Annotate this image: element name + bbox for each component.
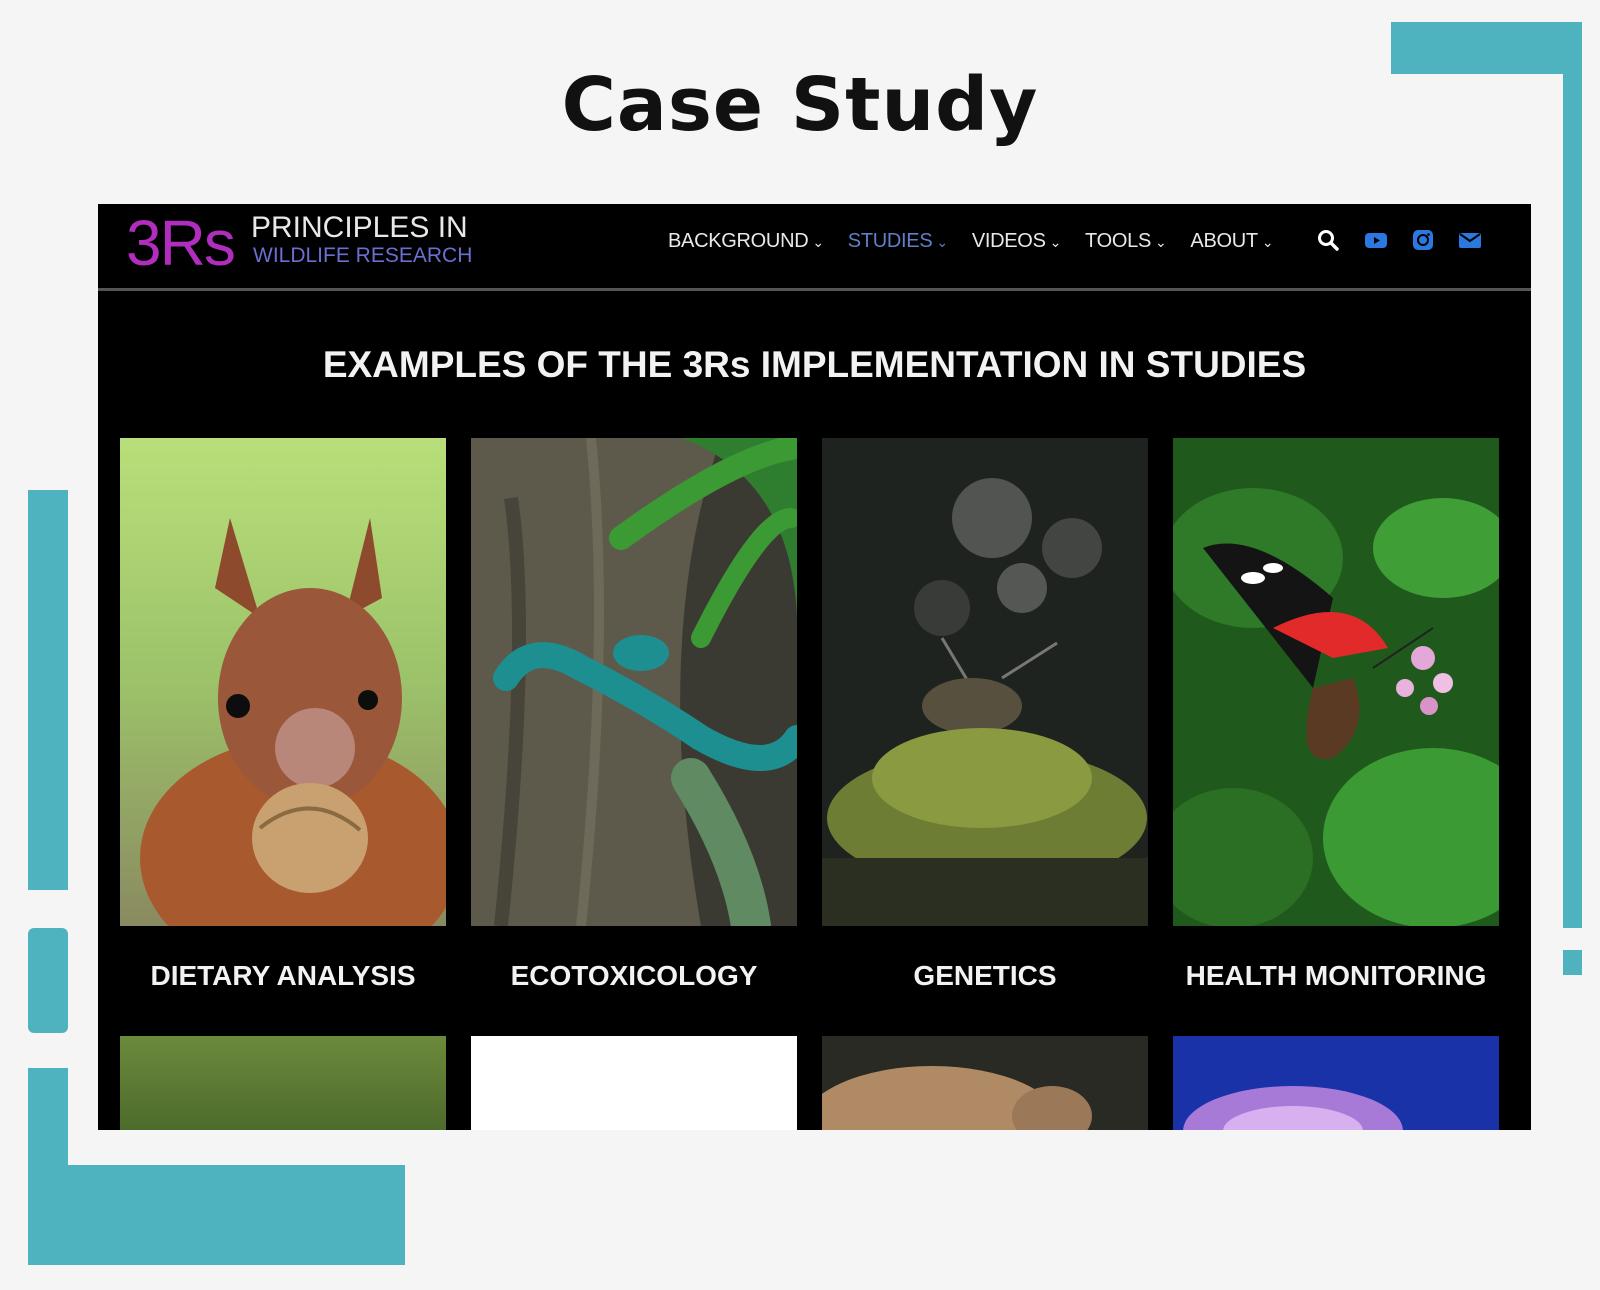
nav-background[interactable]: BACKGROUND ⌄: [668, 230, 824, 253]
study-card-thumbnail[interactable]: [471, 1036, 797, 1130]
section-heading: EXAMPLES OF THE 3Rs IMPLEMENTATION IN ST…: [322, 344, 1307, 385]
card-label: ECOTOXICOLOGY: [510, 960, 758, 991]
search-icon[interactable]: [1316, 228, 1340, 257]
main-menu: BACKGROUND ⌄ STUDIES ⌄ VIDEOS ⌄ TOOLS ⌄ ABOU…: [668, 230, 1297, 253]
website-screenshot: 3Rs PRINCIPLES IN WILDLIFE RESEARCH BACK…: [98, 204, 1531, 1130]
study-card-dietary-analysis[interactable]: DIETARY ANALYSIS: [120, 438, 446, 991]
study-card-genetics[interactable]: GENETICS: [822, 438, 1148, 991]
chevron-down-icon: ⌄: [1049, 234, 1062, 250]
snake-image: [471, 438, 797, 926]
page-title: Case Study: [561, 62, 1039, 148]
nav-about[interactable]: ABOUT ⌄: [1190, 230, 1273, 253]
nav-background-label: BACKGROUND: [668, 230, 809, 252]
header-icons: [1316, 228, 1506, 257]
butterfly-image: [1173, 438, 1499, 926]
instagram-icon[interactable]: [1412, 229, 1434, 256]
nav-tools-label: TOOLS: [1085, 230, 1151, 252]
logo-mark: 3Rs: [126, 207, 236, 279]
nav-tools[interactable]: TOOLS ⌄: [1085, 230, 1167, 253]
decor-right-vertical-bar: [1563, 22, 1582, 928]
decor-left-upper-bar: [28, 490, 68, 890]
chevron-down-icon: ⌄: [936, 234, 948, 250]
decor-right-small-block: [1563, 950, 1582, 975]
study-card-thumbnail[interactable]: [1173, 1036, 1499, 1130]
snail-image: [822, 438, 1148, 926]
chevron-down-icon: ⌄: [1154, 234, 1167, 250]
study-card-thumbnail[interactable]: [120, 1036, 446, 1130]
youtube-icon[interactable]: [1364, 230, 1388, 255]
nav-studies[interactable]: STUDIES ⌄: [848, 230, 948, 253]
site-header: 3Rs PRINCIPLES IN WILDLIFE RESEARCH BACK…: [98, 204, 1531, 291]
card-label: HEALTH MONITORING: [1185, 960, 1487, 991]
email-icon[interactable]: [1458, 230, 1482, 255]
logo-line-1: PRINCIPLES IN: [251, 211, 468, 244]
nav-videos[interactable]: VIDEOS ⌄: [971, 230, 1062, 253]
nav-studies-label: STUDIES: [847, 230, 933, 252]
study-card-health-monitoring[interactable]: HEALTH MONITORING: [1173, 438, 1499, 991]
nav-videos-label: VIDEOS: [971, 230, 1046, 252]
decor-left-middle-bar: [28, 928, 68, 1033]
logo-line-2: WILDLIFE RESEARCH: [253, 244, 473, 267]
chevron-down-icon: ⌄: [812, 234, 824, 250]
card-label: GENETICS: [913, 960, 1057, 991]
decor-bottom-left-bar: [28, 1165, 405, 1265]
squirrel-image: [120, 438, 446, 926]
nav-about-label: ABOUT: [1190, 230, 1258, 252]
chevron-down-icon: ⌄: [1261, 234, 1274, 250]
study-card-ecotoxicology[interactable]: ECOTOXICOLOGY: [471, 438, 797, 991]
card-label: DIETARY ANALYSIS: [150, 960, 416, 991]
study-card-thumbnail[interactable]: [822, 1036, 1148, 1130]
